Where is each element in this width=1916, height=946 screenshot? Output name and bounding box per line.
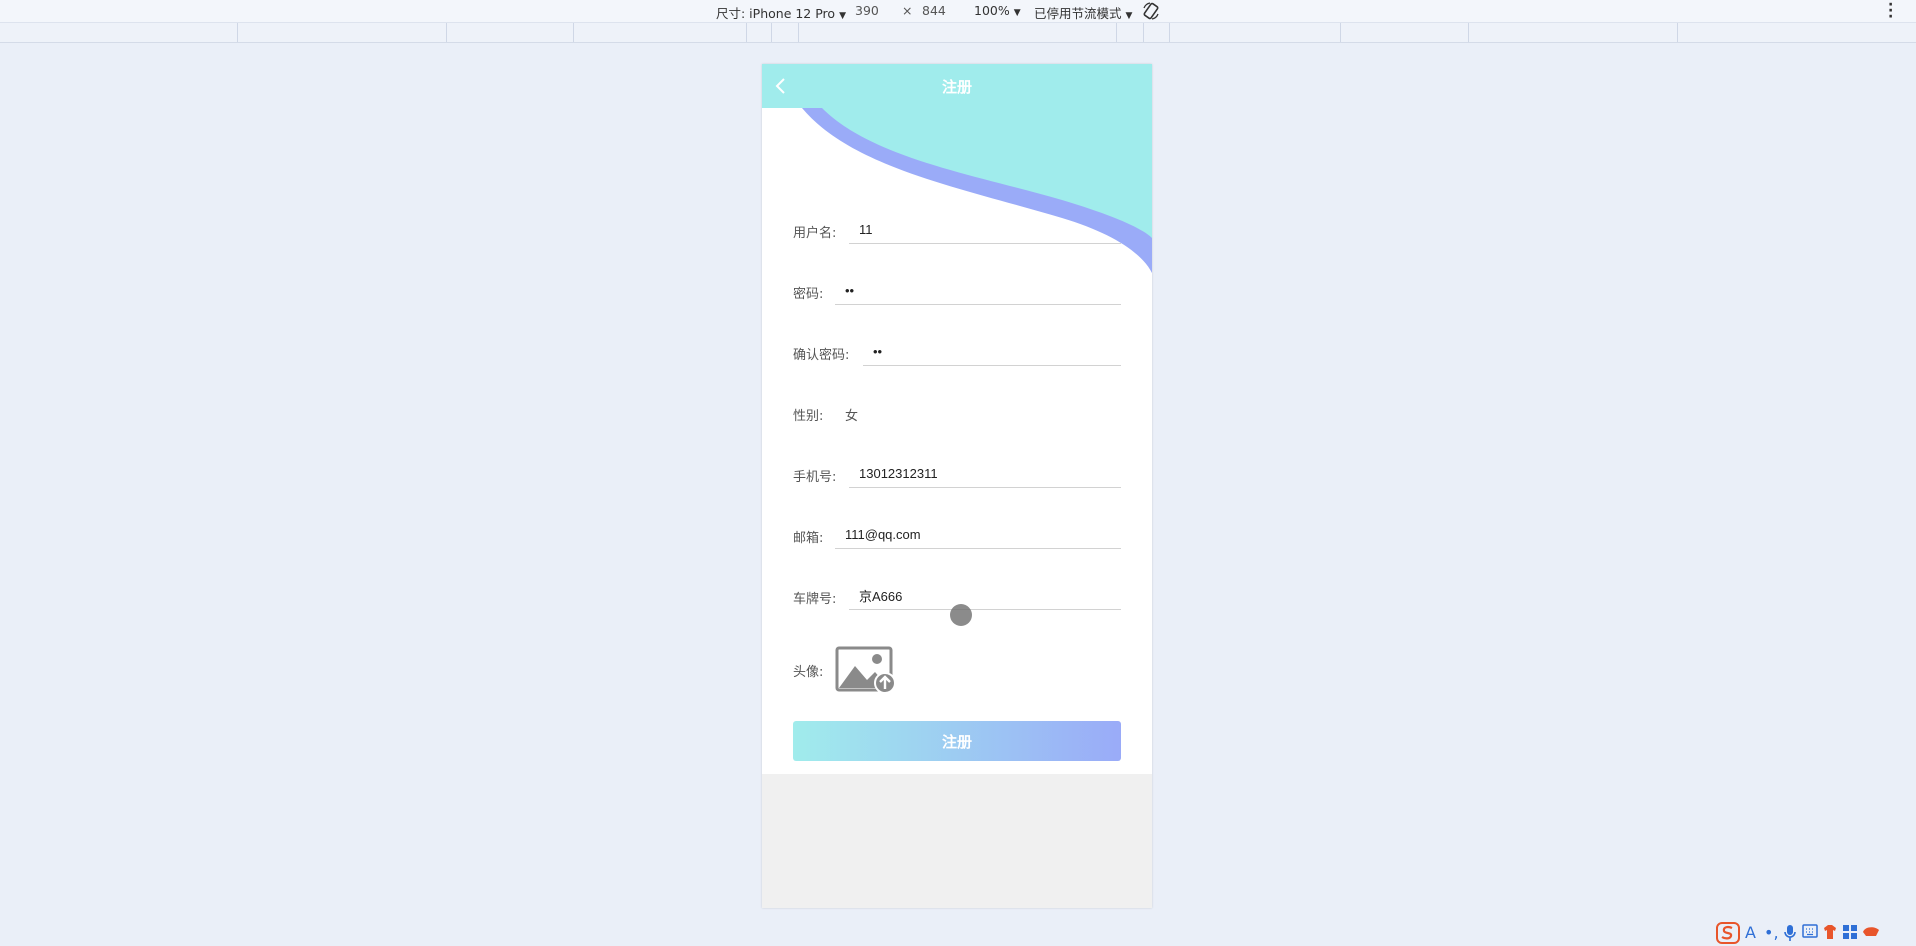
- media-query-ruler: [0, 23, 1916, 43]
- toolbox-icon[interactable]: [1842, 924, 1858, 940]
- password-row: 密码:: [793, 271, 1121, 311]
- confirm-password-input[interactable]: [863, 338, 1121, 366]
- image-upload-icon[interactable]: [835, 646, 899, 696]
- plate-label: 车牌号:: [793, 592, 837, 607]
- username-row: 用户名:: [793, 210, 1121, 250]
- device-viewport: 注册 用户名: 密码: 确认密码: 性别: 女 手机号: 邮箱:: [762, 64, 1152, 908]
- device-select[interactable]: 尺寸: iPhone 12 Pro ▼: [716, 3, 846, 22]
- confirm-password-row: 确认密码:: [793, 332, 1121, 372]
- email-input[interactable]: [835, 521, 1121, 549]
- sogou-logo-icon[interactable]: [1716, 922, 1740, 944]
- microphone-icon[interactable]: [1784, 924, 1796, 942]
- register-page: 注册 用户名: 密码: 确认密码: 性别: 女 手机号: 邮箱:: [762, 64, 1152, 774]
- device-toolbar: 尺寸: iPhone 12 Pro ▼ 390 × 844 100% ▼ 已停用节流…: [0, 0, 1916, 24]
- gender-value[interactable]: 女: [845, 405, 858, 424]
- phone-row: 手机号:: [793, 454, 1121, 494]
- chevron-down-icon: ▼: [1125, 11, 1133, 21]
- gender-row: 性别: 女: [793, 393, 1121, 433]
- nav-bar: 注册: [762, 64, 1152, 108]
- password-input[interactable]: [835, 277, 1121, 305]
- confirm-password-label: 确认密码:: [793, 348, 850, 363]
- mascot-icon[interactable]: [1862, 924, 1880, 938]
- chevron-down-icon: ▼: [839, 11, 846, 21]
- rotate-device-icon[interactable]: [1141, 1, 1161, 21]
- username-input[interactable]: [849, 216, 1121, 244]
- keyboard-icon[interactable]: [1802, 924, 1818, 938]
- touch-cursor: [950, 604, 972, 626]
- page-title: 注册: [941, 78, 972, 96]
- more-options-icon[interactable]: · · ·: [1888, 0, 1893, 24]
- register-button[interactable]: 注册: [793, 721, 1121, 761]
- phone-label: 手机号:: [793, 470, 837, 485]
- viewport-height[interactable]: 844: [922, 3, 946, 18]
- gender-label: 性别:: [793, 409, 824, 424]
- language-icon[interactable]: A: [1745, 924, 1756, 942]
- throttle-label: 已停用节流模式: [1034, 6, 1122, 21]
- dimension-separator: ×: [902, 3, 913, 18]
- email-label: 邮箱:: [793, 531, 824, 546]
- viewport-width[interactable]: 390: [855, 3, 879, 18]
- punctuation-icon[interactable]: •,: [1764, 924, 1779, 942]
- header-wave-decoration: [802, 108, 1152, 273]
- throttle-select[interactable]: 已停用节流模式 ▼: [1034, 3, 1132, 22]
- zoom-label: 100%: [974, 3, 1010, 18]
- plate-input[interactable]: [849, 582, 1121, 610]
- phone-input[interactable]: [849, 460, 1121, 488]
- chevron-down-icon: ▼: [1013, 8, 1021, 18]
- skin-icon[interactable]: [1822, 924, 1838, 940]
- password-label: 密码:: [793, 287, 824, 302]
- device-size-label: 尺寸: iPhone 12 Pro: [716, 6, 836, 21]
- avatar-label: 头像:: [793, 665, 824, 680]
- email-row: 邮箱:: [793, 515, 1121, 555]
- zoom-select[interactable]: 100% ▼: [974, 3, 1021, 18]
- username-label: 用户名:: [793, 226, 837, 241]
- ime-toolbar: A •,: [1712, 920, 1916, 946]
